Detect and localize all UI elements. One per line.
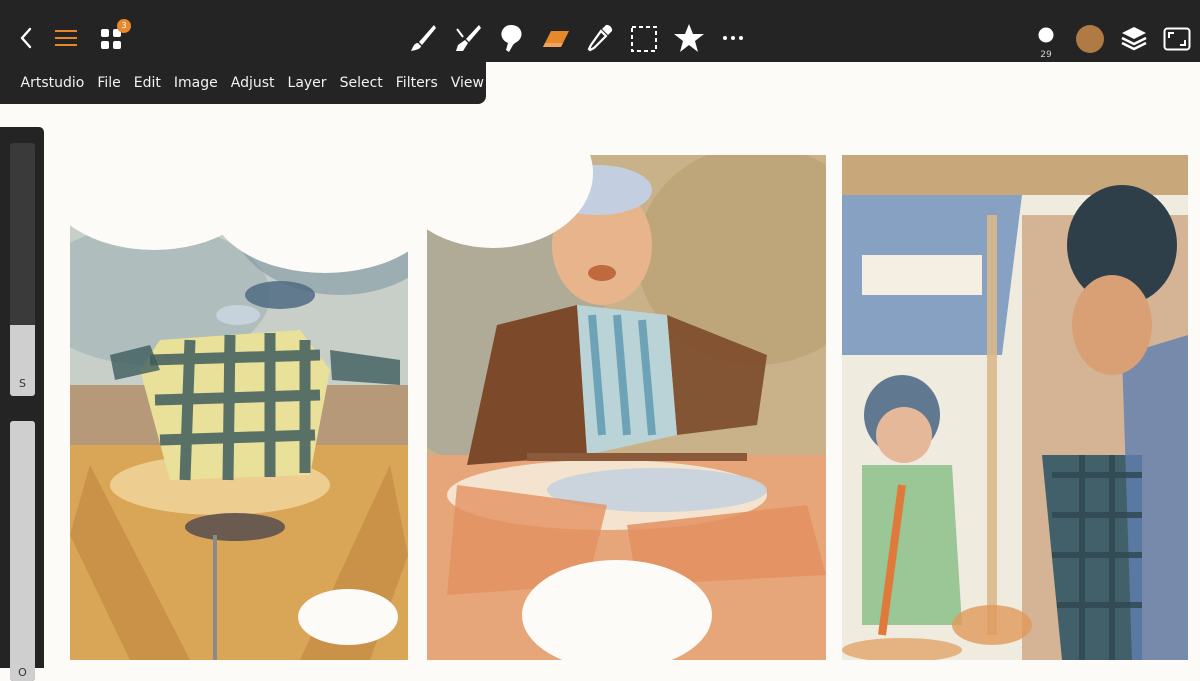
current-color-swatch: [1076, 25, 1104, 53]
favorites-tool-button[interactable]: [672, 22, 706, 54]
fullscreen-button[interactable]: [1161, 24, 1193, 54]
menu-edit[interactable]: Edit: [127, 75, 167, 91]
brush-size-dot-icon: [1038, 27, 1054, 43]
blob-brush-icon: [501, 25, 522, 52]
eyedropper-icon: [587, 24, 613, 52]
brush-tool-button[interactable]: [408, 22, 438, 54]
smudge-icon: [456, 25, 481, 51]
blob-tool-button[interactable]: [496, 22, 526, 54]
menu-toggle-button[interactable]: [53, 26, 79, 50]
color-picker-button[interactable]: [1074, 23, 1106, 55]
comic-panel-3: [842, 155, 1188, 660]
top-toolbar: 3 29: [0, 0, 1200, 62]
more-tools-button[interactable]: [720, 28, 746, 48]
brush-settings-sidebar: S O: [0, 127, 44, 681]
size-slider[interactable]: S: [10, 143, 35, 396]
menu-artstudio[interactable]: Artstudio: [14, 75, 91, 91]
opacity-slider[interactable]: O: [10, 421, 35, 681]
star-icon: [674, 24, 704, 52]
menu-layer[interactable]: Layer: [281, 75, 333, 91]
size-slider-label: S: [19, 377, 26, 390]
comic-panel-1: [70, 155, 408, 660]
eraser-tool-button[interactable]: [540, 24, 572, 54]
brush-size-value: 29: [1040, 50, 1052, 60]
back-chevron-icon: [20, 27, 32, 49]
eraser-icon: [543, 31, 569, 47]
more-dots-icon: [723, 36, 743, 40]
menu-filters[interactable]: Filters: [389, 75, 444, 91]
main-menu-bar: Artstudio File Edit Image Adjust Layer S…: [0, 62, 486, 104]
comic-panel-2: [427, 155, 826, 660]
drawing-canvas[interactable]: [44, 104, 1200, 668]
hamburger-icon: [55, 30, 77, 46]
brush-size-button[interactable]: [1032, 22, 1060, 48]
notification-badge: 3: [117, 19, 131, 33]
brush-icon: [411, 25, 436, 51]
fullscreen-icon: [1163, 27, 1191, 51]
layers-icon: [1121, 27, 1147, 51]
layers-button[interactable]: [1118, 24, 1150, 54]
menu-image[interactable]: Image: [167, 75, 224, 91]
selection-tool-button[interactable]: [629, 24, 659, 54]
opacity-slider-fill: [10, 421, 35, 681]
eyedropper-tool-button[interactable]: [585, 22, 615, 54]
menu-adjust[interactable]: Adjust: [224, 75, 281, 91]
menu-file[interactable]: File: [91, 75, 127, 91]
smudge-tool-button[interactable]: [452, 22, 482, 54]
menu-view[interactable]: View: [444, 75, 490, 91]
back-button[interactable]: [14, 24, 38, 52]
gallery-button[interactable]: 3: [99, 19, 131, 51]
menu-select[interactable]: Select: [333, 75, 389, 91]
marquee-selection-icon: [631, 26, 657, 52]
